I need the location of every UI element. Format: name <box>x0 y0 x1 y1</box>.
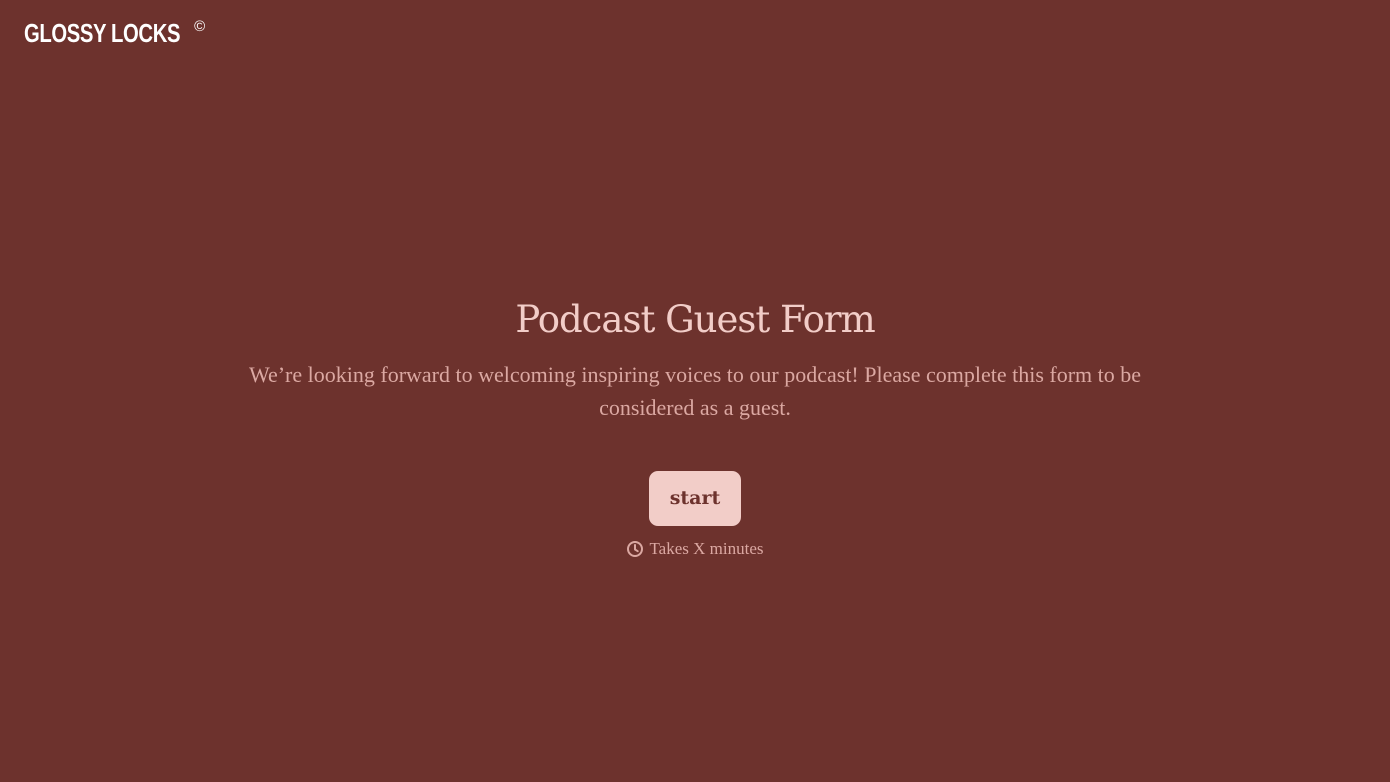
duration-note: Takes X minutes <box>626 538 764 560</box>
start-button[interactable]: start <box>649 471 741 526</box>
form-title: Podcast Guest Form <box>515 298 875 341</box>
brand-logo: GLOSSY LOCKS © <box>24 16 205 50</box>
clock-icon <box>626 540 644 558</box>
brand-name: GLOSSY LOCKS <box>24 18 181 48</box>
copyright-mark: © <box>194 18 206 35</box>
form-description: We’re looking forward to welcoming inspi… <box>248 362 1142 420</box>
duration-text: Takes X minutes <box>649 539 764 558</box>
form-intro: Podcast Guest Form We’re looking forward… <box>0 296 1390 560</box>
